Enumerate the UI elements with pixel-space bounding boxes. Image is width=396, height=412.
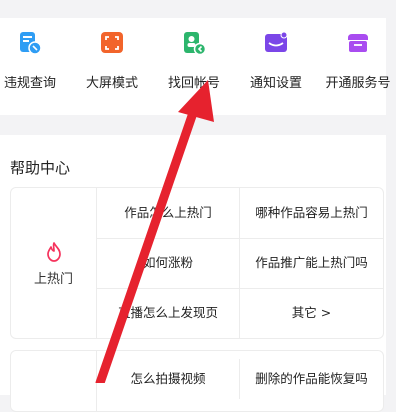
category-label: 上热门 <box>33 272 73 287</box>
faq-item[interactable]: 删除的作品能恢复吗 <box>240 359 383 399</box>
faq-item[interactable]: 作品推广能上热门吗 <box>240 238 383 289</box>
faq-item[interactable]: 如何涨粉 <box>97 238 240 289</box>
help-card-shooting: 怎么拍摄视频 删除的作品能恢复吗 <box>10 350 384 412</box>
faq-more-link[interactable]: 其它 > <box>240 288 383 338</box>
help-card-trending: 上热门 作品怎么上热门 哪种作品容易上热门 如何涨粉 作品推广能上热门吗 直播怎… <box>10 187 384 339</box>
shortcut-bar: 违规查询 大屏模式 找回帐号 通知设置 开通服务号 <box>0 18 391 115</box>
shortcut-recover-account[interactable]: 找回帐号 <box>154 18 234 115</box>
shortcut-big-screen[interactable]: 大屏模式 <box>72 18 152 115</box>
shortcut-violation-query[interactable]: 违规查询 <box>0 18 70 115</box>
big-screen-icon <box>101 32 123 53</box>
section-gap <box>0 115 396 135</box>
category-shooting[interactable] <box>11 351 97 411</box>
shortcut-notification[interactable]: 通知设置 <box>236 18 316 115</box>
violation-query-icon <box>20 32 42 55</box>
service-account-icon <box>348 34 368 52</box>
shortcut-label: 开通服务号 <box>325 76 391 91</box>
top-band <box>0 0 396 18</box>
category-trending[interactable]: 上热门 <box>11 188 97 338</box>
notification-icon <box>265 31 288 52</box>
faq-item[interactable]: 作品怎么上热门 <box>97 188 240 239</box>
flame-icon <box>47 242 61 262</box>
faq-item[interactable]: 怎么拍摄视频 <box>97 359 240 399</box>
recover-account-icon <box>184 32 207 56</box>
help-center: 帮助中心 上热门 作品怎么上热门 哪种作品容易上热门 如何涨粉 作品推广能上热门… <box>0 135 386 412</box>
faq-item[interactable]: 哪种作品容易上热门 <box>240 188 383 239</box>
faq-item[interactable]: 直播怎么上发现页 <box>97 288 240 338</box>
shortcut-service-account[interactable]: 开通服务号 <box>318 18 396 115</box>
help-center-title: 帮助中心 <box>10 159 71 177</box>
